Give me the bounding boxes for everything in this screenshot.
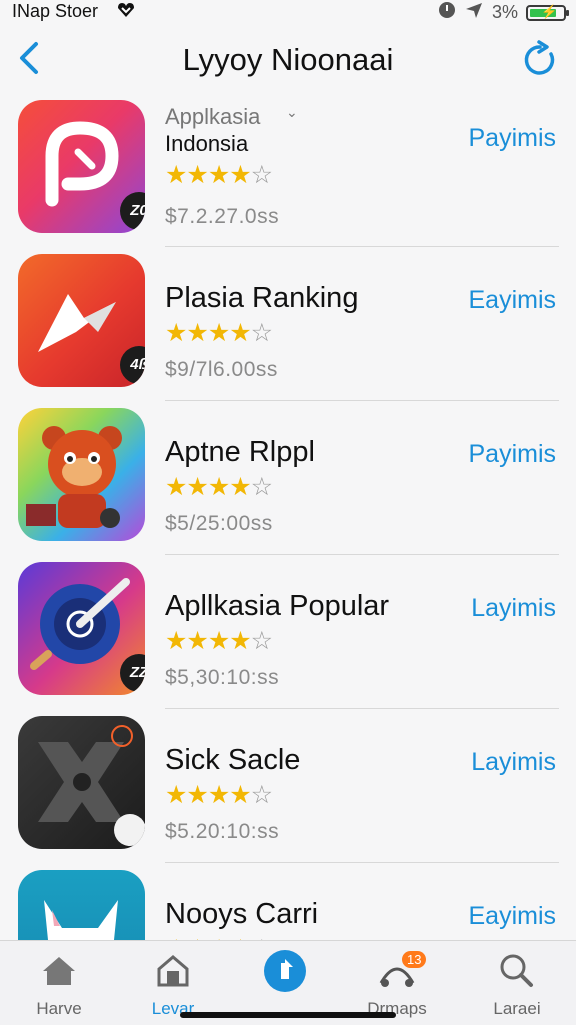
carrier-name: INap Stoer: [12, 1, 99, 21]
app-price: $5,30:10:ss: [165, 666, 280, 689]
tab-search[interactable]: Laraei: [472, 949, 562, 1019]
list-item[interactable]: 4ß Plasia Ranking ★★★★☆ $9/7l6.00ss Eayi…: [0, 252, 576, 406]
divider: [165, 246, 559, 247]
list-item[interactable]: Z0 Applkasia ⌄ Indonsia ★★★★☆ $7.2.27.0s…: [0, 98, 576, 252]
tab-app-store[interactable]: [240, 949, 330, 999]
page-title: Lyyoy Nioonaai: [182, 42, 394, 77]
app-price: $7.2.27.0ss: [165, 205, 280, 228]
divider: [165, 554, 559, 555]
list-item[interactable]: Aptne Rlppl ★★★★☆ $5/25:00ss Payimis: [0, 406, 576, 560]
app-name: Apllkasia Popular: [165, 590, 390, 622]
app-region: Indonsia: [165, 131, 249, 156]
cross-block-icon[interactable]: [18, 716, 145, 849]
get-button[interactable]: Layimis: [471, 748, 556, 777]
heart-signal-icon: [116, 0, 136, 25]
target-brush-icon[interactable]: ZZ: [18, 562, 145, 695]
app-store-icon: [263, 949, 307, 993]
status-bar: INap Stoer 3% ⚡: [0, 0, 576, 24]
rating-stars: ★★★★☆: [165, 781, 273, 809]
arrow-logo-icon[interactable]: 4ß: [18, 254, 145, 387]
app-price: $5/25:00ss: [165, 512, 273, 535]
list-item[interactable]: ZZ Apllkasia Popular ★★★★☆ $5,30:10:ss L…: [0, 560, 576, 714]
battery-icon: ⚡: [526, 4, 569, 21]
tab-label: Harve: [36, 999, 82, 1018]
app-price: $9/7l6.00ss: [165, 358, 278, 381]
alarm-icon: [438, 1, 456, 24]
tab-drmaps[interactable]: 13 Drmaps: [352, 949, 442, 1019]
divider: [165, 708, 559, 709]
home-icon: [37, 949, 81, 993]
get-button[interactable]: Eayimis: [468, 902, 556, 931]
notification-count: 13: [402, 951, 427, 968]
list-item[interactable]: Sick Sacle ★★★★☆ $5.20:10:ss Layimis: [0, 714, 576, 868]
rating-stars: ★★★★☆: [165, 319, 273, 347]
app-name: Plasia Ranking: [165, 282, 359, 314]
chevron-down-icon[interactable]: ⌄: [286, 104, 298, 121]
tab-levar[interactable]: Levar: [128, 949, 218, 1019]
get-button[interactable]: Eayimis: [468, 286, 556, 315]
get-button[interactable]: Layimis: [471, 594, 556, 623]
app-name: Aptne Rlppl: [165, 436, 315, 468]
location-icon: [464, 1, 484, 24]
house-outline-icon: [151, 949, 195, 993]
tab-label: Laraei: [493, 999, 541, 1018]
get-button[interactable]: Payimis: [468, 440, 556, 469]
rating-stars: ★★★★☆: [165, 473, 273, 501]
bear-mascot-icon[interactable]: [18, 408, 145, 541]
app-list: Z0 Applkasia ⌄ Indonsia ★★★★☆ $7.2.27.0s…: [0, 98, 576, 1022]
tab-home[interactable]: Harve: [14, 949, 104, 1019]
app-name: Applkasia: [165, 104, 261, 129]
rating-stars: ★★★★☆: [165, 161, 273, 189]
app-name: Sick Sacle: [165, 744, 301, 776]
navigation-bar: Lyyoy Nioonaai: [0, 30, 576, 90]
p-logo-icon[interactable]: Z0: [18, 100, 145, 233]
refresh-icon[interactable]: [520, 40, 560, 80]
divider: [165, 862, 559, 863]
home-indicator: [180, 1012, 396, 1018]
app-price: $5.20:10:ss: [165, 820, 280, 843]
rating-stars: ★★★★☆: [165, 627, 273, 655]
battery-text: 3%: [491, 2, 518, 22]
search-icon: [495, 949, 539, 993]
app-name: Nooys Carri: [165, 898, 319, 930]
divider: [165, 400, 559, 401]
get-button[interactable]: Payimis: [468, 124, 556, 153]
